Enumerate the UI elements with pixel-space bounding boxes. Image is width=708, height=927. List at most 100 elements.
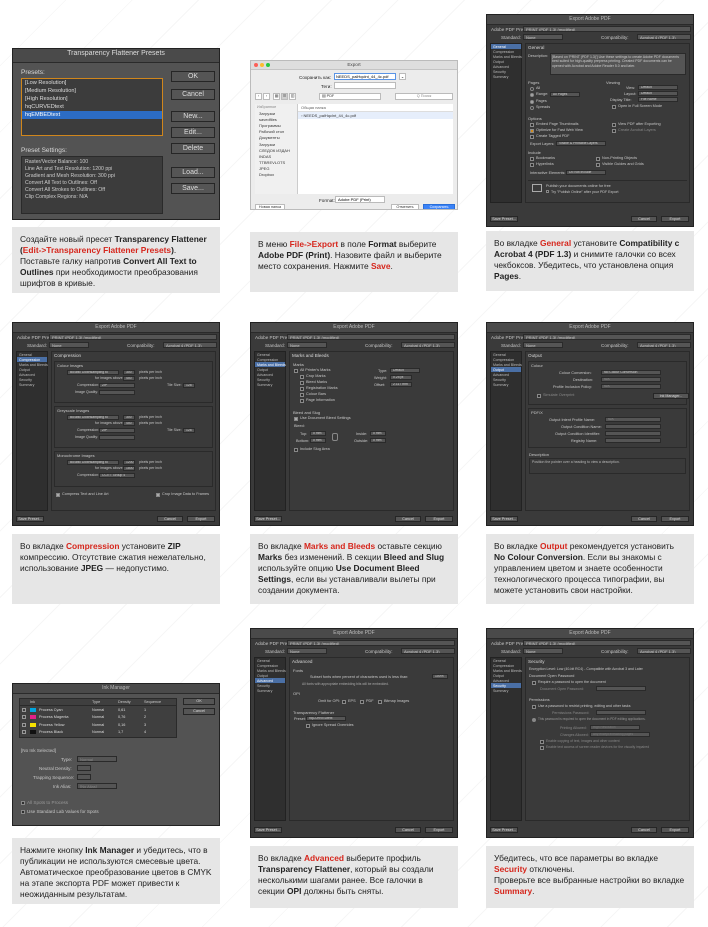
tfp-preset-item[interactable]: [Low Resolution] bbox=[22, 79, 162, 87]
interactive-select[interactable]: Do Not Include bbox=[566, 170, 606, 175]
link-icon[interactable] bbox=[332, 433, 338, 441]
sidebar-item-summary[interactable]: Summary bbox=[491, 382, 521, 387]
printer-icon[interactable] bbox=[22, 730, 26, 734]
export-button[interactable]: Export bbox=[425, 516, 453, 522]
tfp-presets-list[interactable]: [Low Resolution] [Medium Resolution] [Hi… bbox=[21, 78, 163, 136]
new-folder-button[interactable]: Новая папка bbox=[255, 204, 285, 209]
pages-radio[interactable] bbox=[530, 100, 534, 104]
view-select[interactable]: Default bbox=[638, 85, 678, 90]
grey-above-input[interactable]: 450 bbox=[123, 421, 135, 426]
simulate-checkbox[interactable] bbox=[537, 394, 541, 398]
save-preset-button[interactable]: Save Preset... bbox=[254, 516, 282, 522]
tfp-edit-button[interactable]: Edit... bbox=[171, 127, 215, 138]
offset-input[interactable]: 2.117 mm bbox=[390, 382, 412, 387]
preset-select[interactable]: PRINT (PDF 1.3) (modified) bbox=[287, 640, 455, 646]
printer-icon[interactable] bbox=[22, 707, 26, 712]
all-spots-checkbox[interactable] bbox=[21, 801, 25, 805]
trapping-input[interactable] bbox=[77, 774, 91, 780]
preset-select[interactable]: PRINT (PDF 1.3) (modified) bbox=[523, 640, 691, 646]
range-input[interactable]: All Pages bbox=[550, 92, 580, 97]
crop-checkbox[interactable] bbox=[156, 493, 160, 497]
nonprinting-checkbox[interactable] bbox=[596, 157, 600, 161]
compat-select[interactable]: Acrobat 4 (PDF 1.3) bbox=[637, 342, 691, 348]
type-select[interactable]: Normal bbox=[77, 756, 117, 762]
save-button[interactable]: Сохранить bbox=[423, 204, 455, 209]
tfp-cancel-button[interactable]: Cancel bbox=[171, 89, 215, 100]
search-field[interactable]: Q Поиск bbox=[395, 93, 453, 100]
require-open-checkbox[interactable] bbox=[532, 681, 536, 685]
crop-marks-checkbox[interactable] bbox=[300, 375, 304, 379]
standard-select[interactable]: None bbox=[523, 342, 563, 348]
reg-marks-checkbox[interactable] bbox=[300, 387, 304, 391]
density-input[interactable] bbox=[77, 765, 91, 771]
thumbs-checkbox[interactable] bbox=[530, 123, 534, 127]
folder-select[interactable]: ▤ PDF bbox=[319, 93, 381, 100]
grey-tile-input[interactable]: 128 bbox=[183, 427, 195, 433]
top-input[interactable]: 0 mm bbox=[310, 431, 326, 436]
standard-select[interactable]: None bbox=[523, 648, 563, 654]
hyperlinks-checkbox[interactable] bbox=[530, 163, 534, 167]
mono-compression-select[interactable]: CCITT Group 4 bbox=[99, 472, 135, 478]
colour-ppi-input[interactable]: 300 bbox=[123, 370, 135, 375]
ink-ok-button[interactable]: OK bbox=[183, 698, 215, 705]
grey-ppi-input[interactable]: 300 bbox=[123, 415, 135, 420]
export-button[interactable]: Export bbox=[661, 827, 689, 833]
flattener-preset-select[interactable]: hqCURVEDtext bbox=[306, 716, 346, 721]
copy-checkbox[interactable] bbox=[540, 740, 544, 744]
desc-text[interactable]: [Based on 'PRINT (PDF 1.3)'] Use these s… bbox=[550, 53, 686, 75]
tfp-preset-item-selected[interactable]: hqEMBEDtext bbox=[22, 111, 162, 119]
all-marks-checkbox[interactable] bbox=[294, 369, 298, 373]
save-preset-button[interactable]: Save Preset... bbox=[16, 516, 44, 522]
sidebar-item-marks[interactable]: Marks and Bleeds bbox=[255, 362, 286, 367]
range-radio[interactable] bbox=[530, 93, 534, 97]
grey-compression-select[interactable]: ZIP bbox=[99, 427, 135, 433]
tfp-delete-button[interactable]: Delete bbox=[171, 143, 215, 154]
save-preset-button[interactable]: Save Preset... bbox=[490, 516, 518, 522]
spreads-radio[interactable] bbox=[530, 106, 534, 110]
save-as-input[interactable]: NEEDS_palHqclnt_44_4c.pdf bbox=[334, 73, 396, 80]
perm-pw-input[interactable] bbox=[596, 710, 646, 715]
printer-icon[interactable] bbox=[22, 722, 26, 727]
view-after-checkbox[interactable] bbox=[612, 123, 616, 127]
save-preset-button[interactable]: Save Preset... bbox=[490, 827, 518, 833]
sidebar-item-summary[interactable]: Summary bbox=[491, 74, 521, 79]
lab-checkbox[interactable] bbox=[21, 810, 25, 814]
sidebar-item-summary[interactable]: Summary bbox=[255, 688, 285, 693]
tfp-new-button[interactable]: New... bbox=[171, 111, 215, 122]
sidebar-item-summary[interactable]: Summary bbox=[17, 382, 47, 387]
mono-above-input[interactable]: 1800 bbox=[123, 466, 135, 471]
save-preset-button[interactable]: Save Preset... bbox=[254, 827, 282, 833]
all-radio[interactable] bbox=[530, 87, 534, 91]
standard-select[interactable]: None bbox=[287, 648, 327, 654]
cancel-button[interactable]: Cancel bbox=[631, 827, 657, 833]
pdf-checkbox[interactable] bbox=[360, 700, 364, 704]
standard-select[interactable]: None bbox=[49, 342, 89, 348]
export-layers-select[interactable]: Visible & Printable Layers bbox=[556, 141, 606, 146]
sidebar-item-marks[interactable]: Marks and Bleeds bbox=[491, 362, 522, 367]
grey-quality-select[interactable] bbox=[99, 434, 135, 440]
tfp-save-button[interactable]: Save... bbox=[171, 183, 215, 194]
cancel-button[interactable]: Cancel bbox=[157, 516, 183, 522]
printing-select[interactable]: High Resolution bbox=[590, 725, 640, 730]
sidebar-item-marks[interactable]: Marks and Bleeds bbox=[491, 668, 522, 673]
profile-select[interactable]: N/A bbox=[601, 384, 661, 389]
colour-quality-select[interactable] bbox=[99, 389, 135, 395]
compat-select[interactable]: Acrobat 4 (PDF 1.3) bbox=[163, 342, 217, 348]
conversion-select[interactable]: No Colour Conversion bbox=[601, 370, 661, 375]
format-select[interactable]: Adobe PDF (Print) bbox=[335, 196, 385, 203]
export-button[interactable]: Export bbox=[661, 516, 689, 522]
ink-row[interactable]: Process Cyan Normal 0,61 1 bbox=[20, 706, 176, 714]
acro-layers-checkbox[interactable] bbox=[612, 129, 616, 133]
destination-select[interactable]: N/A bbox=[601, 377, 661, 382]
file-row[interactable]: ▫ NEEDS_palHqclnt_44_4c.pdf bbox=[298, 112, 453, 119]
cancel-button[interactable]: Cancel bbox=[631, 516, 657, 522]
standard-select[interactable]: None bbox=[287, 342, 327, 348]
cancel-button[interactable]: Cancel bbox=[631, 216, 657, 222]
compat-select[interactable]: Acrobat 4 (PDF 1.3) bbox=[401, 648, 455, 654]
cancel-button[interactable]: Cancel bbox=[395, 827, 421, 833]
cancel-button[interactable]: Cancel bbox=[395, 516, 421, 522]
compat-select[interactable]: Acrobat 4 (PDF 1.3) bbox=[637, 648, 691, 654]
type-select[interactable]: Default bbox=[390, 368, 420, 373]
export-button[interactable]: Export bbox=[187, 516, 215, 522]
view-columns-button[interactable]: ▥ bbox=[289, 93, 296, 100]
